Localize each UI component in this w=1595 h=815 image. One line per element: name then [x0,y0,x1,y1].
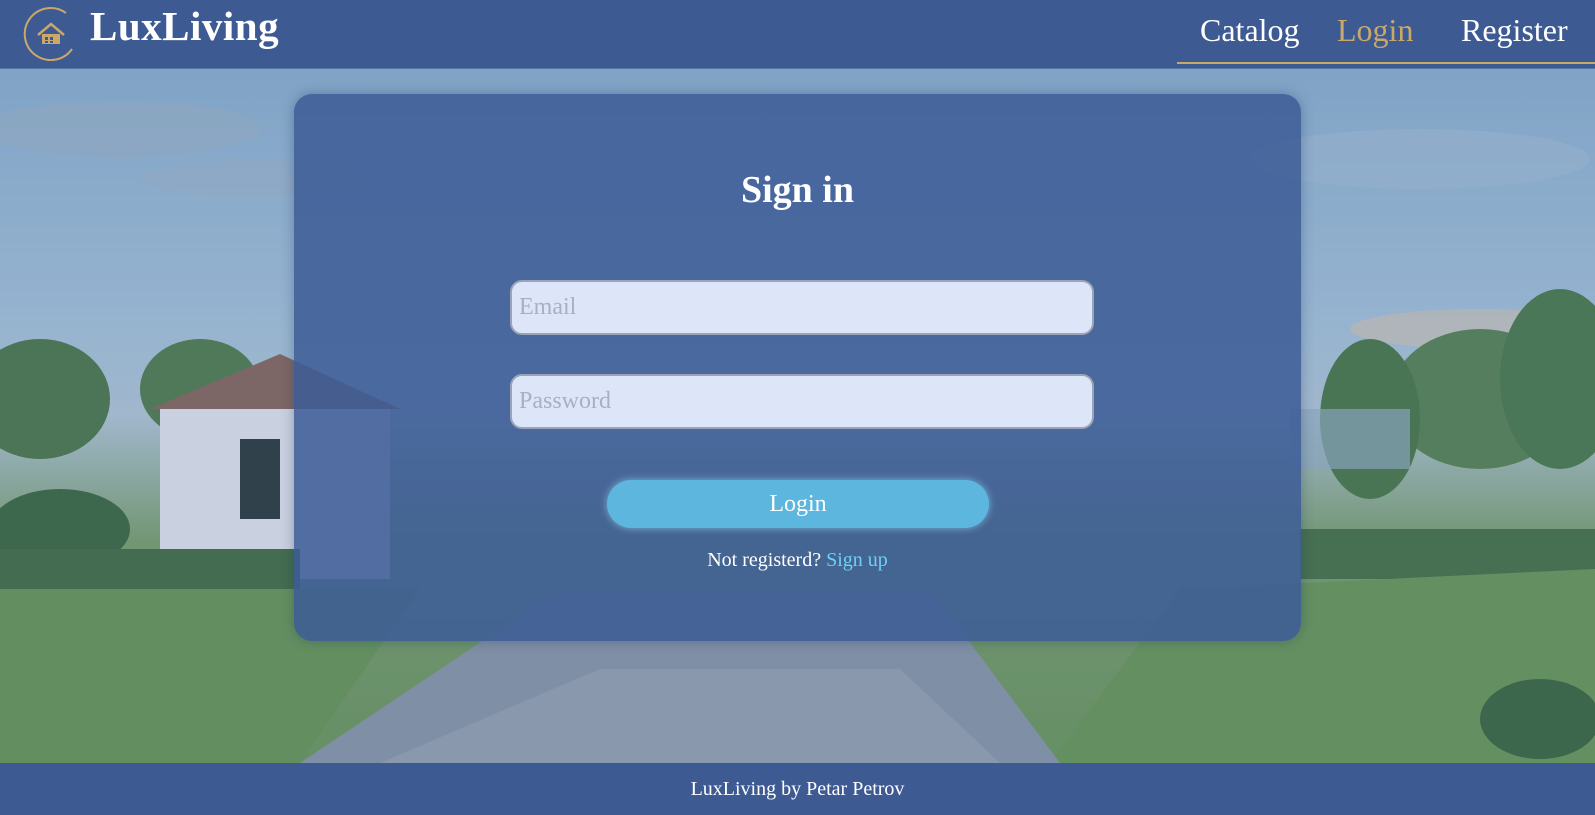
signup-prompt-line: Not registerd? Sign up [294,549,1301,572]
footer: LuxLiving by Petar Petrov [0,763,1595,815]
signin-card: Sign in Login Not registerd? Sign up [294,94,1301,641]
signup-link[interactable]: Sign up [826,549,888,571]
password-field[interactable] [510,374,1094,429]
email-field[interactable] [510,280,1094,335]
signin-title: Sign in [740,169,855,211]
main-nav: Catalog Login Register [1177,0,1595,64]
nav-register[interactable]: Register [1461,12,1568,49]
header-bar: LuxLiving Catalog Login Register [0,0,1595,69]
nav-login[interactable]: Login [1337,12,1413,49]
footer-credit: LuxLiving by Petar Petrov [690,778,905,800]
nav-catalog[interactable]: Catalog [1200,12,1300,49]
house-icon[interactable] [22,5,78,61]
brand-title[interactable]: LuxLiving [90,2,279,50]
login-button[interactable]: Login [607,480,989,528]
signup-prompt-text: Not registerd? [707,549,827,571]
